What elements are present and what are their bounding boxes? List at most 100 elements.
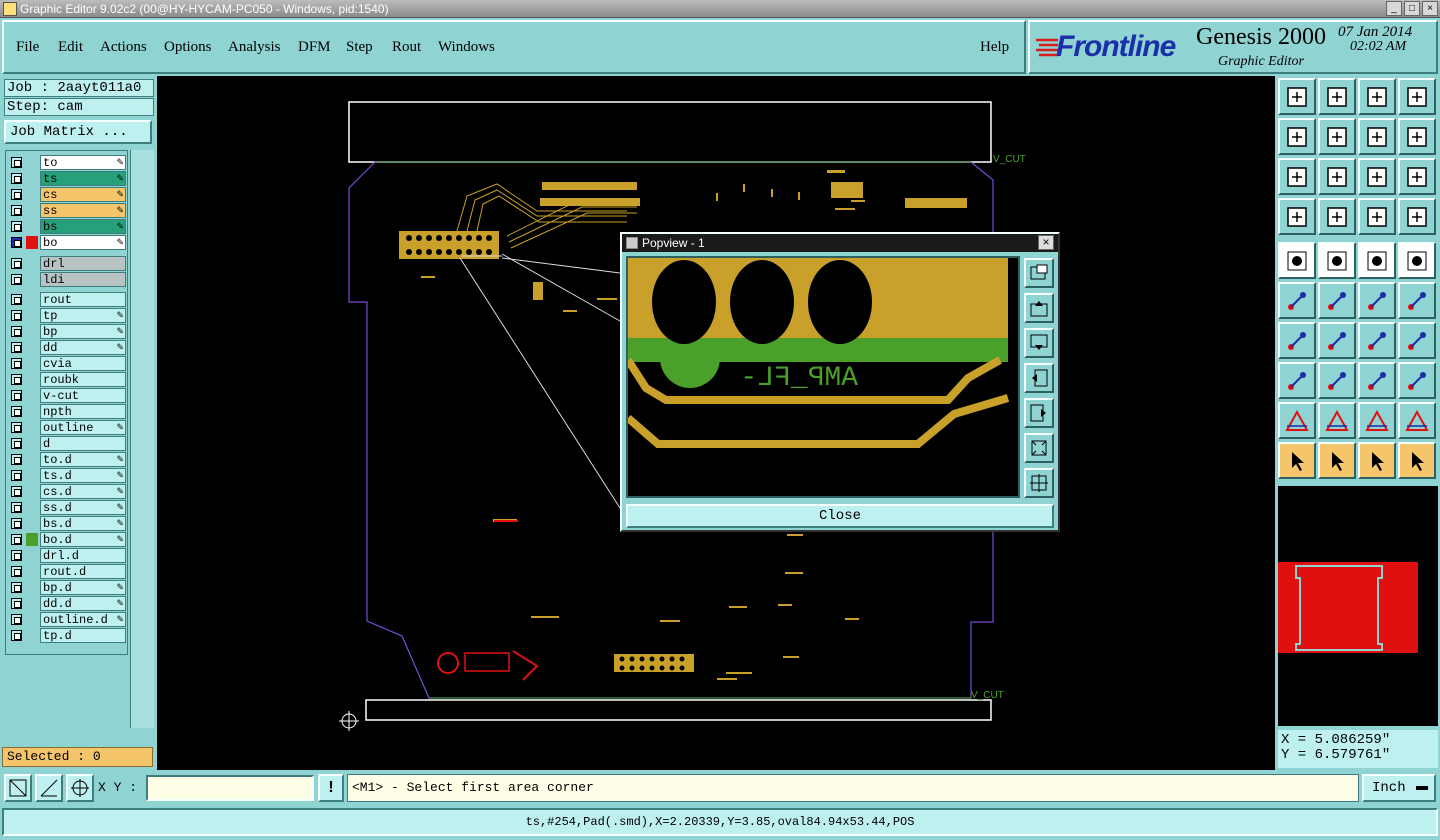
select-button[interactable]: [1278, 442, 1316, 479]
layer-color-swatch[interactable]: [26, 453, 38, 466]
popview-fit-button[interactable]: [1024, 433, 1054, 463]
layer-a-button[interactable]: [1358, 198, 1396, 235]
measure-tool-button[interactable]: [35, 774, 63, 802]
layer-row-cvia[interactable]: cvia: [6, 356, 127, 371]
layer-checkbox[interactable]: [11, 582, 22, 593]
layer-row-tp[interactable]: tp ✎: [6, 308, 127, 323]
layer-color-swatch[interactable]: [26, 613, 38, 626]
open-step-button[interactable]: [1278, 78, 1316, 115]
layer-color-swatch[interactable]: [26, 565, 38, 578]
layer-name[interactable]: v-cut: [40, 388, 126, 403]
popview-canvas[interactable]: AMP_FL-: [626, 256, 1020, 498]
arc-button[interactable]: [1358, 322, 1396, 359]
layer-name[interactable]: to: [40, 155, 126, 170]
layer-row-bo[interactable]: bo ✎: [6, 235, 127, 250]
layer-color-swatch[interactable]: [26, 389, 38, 402]
menu-rout[interactable]: Rout: [392, 39, 421, 56]
delete-button[interactable]: [1318, 282, 1356, 319]
layer-color-swatch[interactable]: [26, 188, 38, 201]
layer-name[interactable]: dd.d: [40, 596, 126, 611]
popview-pan-right-button[interactable]: [1024, 398, 1054, 428]
layer-checkbox[interactable]: [11, 173, 22, 184]
layer-checkbox[interactable]: [11, 258, 22, 269]
edit-path-button[interactable]: [1398, 118, 1436, 155]
layer-checkbox[interactable]: [11, 358, 22, 369]
layer-name[interactable]: bo.d: [40, 532, 126, 547]
popview-close-button[interactable]: Close: [626, 504, 1054, 528]
layer-row-bs-d[interactable]: bs.d ✎: [6, 516, 127, 531]
layer-name[interactable]: outline.d: [40, 612, 126, 627]
add-pad-button[interactable]: [1278, 242, 1316, 279]
layer-row-ss-d[interactable]: ss.d ✎: [6, 500, 127, 515]
layer-checkbox[interactable]: [11, 454, 22, 465]
layer-row-roubk[interactable]: roubk: [6, 372, 127, 387]
home-button[interactable]: [1358, 78, 1396, 115]
layer-name[interactable]: outline: [40, 420, 126, 435]
layer-checkbox[interactable]: [11, 205, 22, 216]
layer-checkbox[interactable]: [11, 374, 22, 385]
layer-row-to[interactable]: to ✎: [6, 155, 127, 170]
layer-color-swatch[interactable]: [26, 597, 38, 610]
group-button[interactable]: [1398, 362, 1436, 399]
layer-color-swatch[interactable]: [26, 549, 38, 562]
layer-color-swatch[interactable]: [26, 325, 38, 338]
layer-checkbox[interactable]: [11, 390, 22, 401]
menu-analysis[interactable]: Analysis: [228, 39, 281, 56]
zoom-center-button[interactable]: [1318, 158, 1356, 195]
layer-row-drl[interactable]: drl: [6, 256, 127, 271]
layer-name[interactable]: bs.d: [40, 516, 126, 531]
layer-checkbox[interactable]: [11, 470, 22, 481]
layer-color-swatch[interactable]: [26, 485, 38, 498]
measure-button[interactable]: [1358, 242, 1396, 279]
resize-button[interactable]: [1278, 362, 1316, 399]
layer-color-swatch[interactable]: [26, 405, 38, 418]
menu-windows[interactable]: Windows: [438, 39, 495, 56]
tool-settings-button[interactable]: [1278, 198, 1316, 235]
angle-button[interactable]: [1278, 322, 1316, 359]
layer-row-ss[interactable]: ss ✎: [6, 203, 127, 218]
layer-name[interactable]: dd: [40, 340, 126, 355]
layer-color-swatch[interactable]: [26, 273, 38, 286]
pad-button[interactable]: [1398, 242, 1436, 279]
pan-left-button[interactable]: [1278, 118, 1316, 155]
select-area-button[interactable]: [1318, 442, 1356, 479]
layer-checkbox[interactable]: [11, 422, 22, 433]
layer-checkbox[interactable]: [11, 614, 22, 625]
layer-row-outline-d[interactable]: outline.d ✎: [6, 612, 127, 627]
layer-color-swatch[interactable]: [26, 236, 38, 249]
layer-row-ldi[interactable]: ldi: [6, 272, 127, 287]
layer-row-dd[interactable]: dd ✎: [6, 340, 127, 355]
menu-file[interactable]: File: [16, 39, 39, 56]
swap-button[interactable]: [1358, 118, 1396, 155]
layer-name[interactable]: bs: [40, 219, 126, 234]
menu-actions[interactable]: Actions: [100, 39, 147, 56]
layer-b-button[interactable]: [1398, 198, 1436, 235]
grid-tool-button[interactable]: [66, 774, 94, 802]
layer-checkbox[interactable]: [11, 294, 22, 305]
layer-name[interactable]: bp.d: [40, 580, 126, 595]
layer-color-swatch[interactable]: [26, 501, 38, 514]
layer-color-swatch[interactable]: [26, 373, 38, 386]
layer-checkbox[interactable]: [11, 342, 22, 353]
layer-name[interactable]: cvia: [40, 356, 126, 371]
layer-name[interactable]: ts.d: [40, 468, 126, 483]
layer-color-swatch[interactable]: [26, 533, 38, 546]
layer-color-swatch[interactable]: [26, 341, 38, 354]
layer-name[interactable]: bo: [40, 235, 126, 250]
triangle-b-button[interactable]: [1318, 402, 1356, 439]
layer-color-swatch[interactable]: [26, 469, 38, 482]
layer-row-rout-d[interactable]: rout.d: [6, 564, 127, 579]
layer-name[interactable]: npth: [40, 404, 126, 419]
layer-color-swatch[interactable]: [26, 220, 38, 233]
save-button[interactable]: [1318, 78, 1356, 115]
layer-name[interactable]: bp: [40, 324, 126, 339]
layer-checkbox[interactable]: [11, 274, 22, 285]
xy-input[interactable]: [146, 775, 314, 801]
layer-row-d[interactable]: d: [6, 436, 127, 451]
menu-help[interactable]: Help: [980, 39, 1009, 56]
maximize-button[interactable]: □: [1404, 1, 1420, 16]
layer-name[interactable]: cs.d: [40, 484, 126, 499]
layer-row-v-cut[interactable]: v-cut: [6, 388, 127, 403]
layer-row-to-d[interactable]: to.d ✎: [6, 452, 127, 467]
layer-name[interactable]: roubk: [40, 372, 126, 387]
